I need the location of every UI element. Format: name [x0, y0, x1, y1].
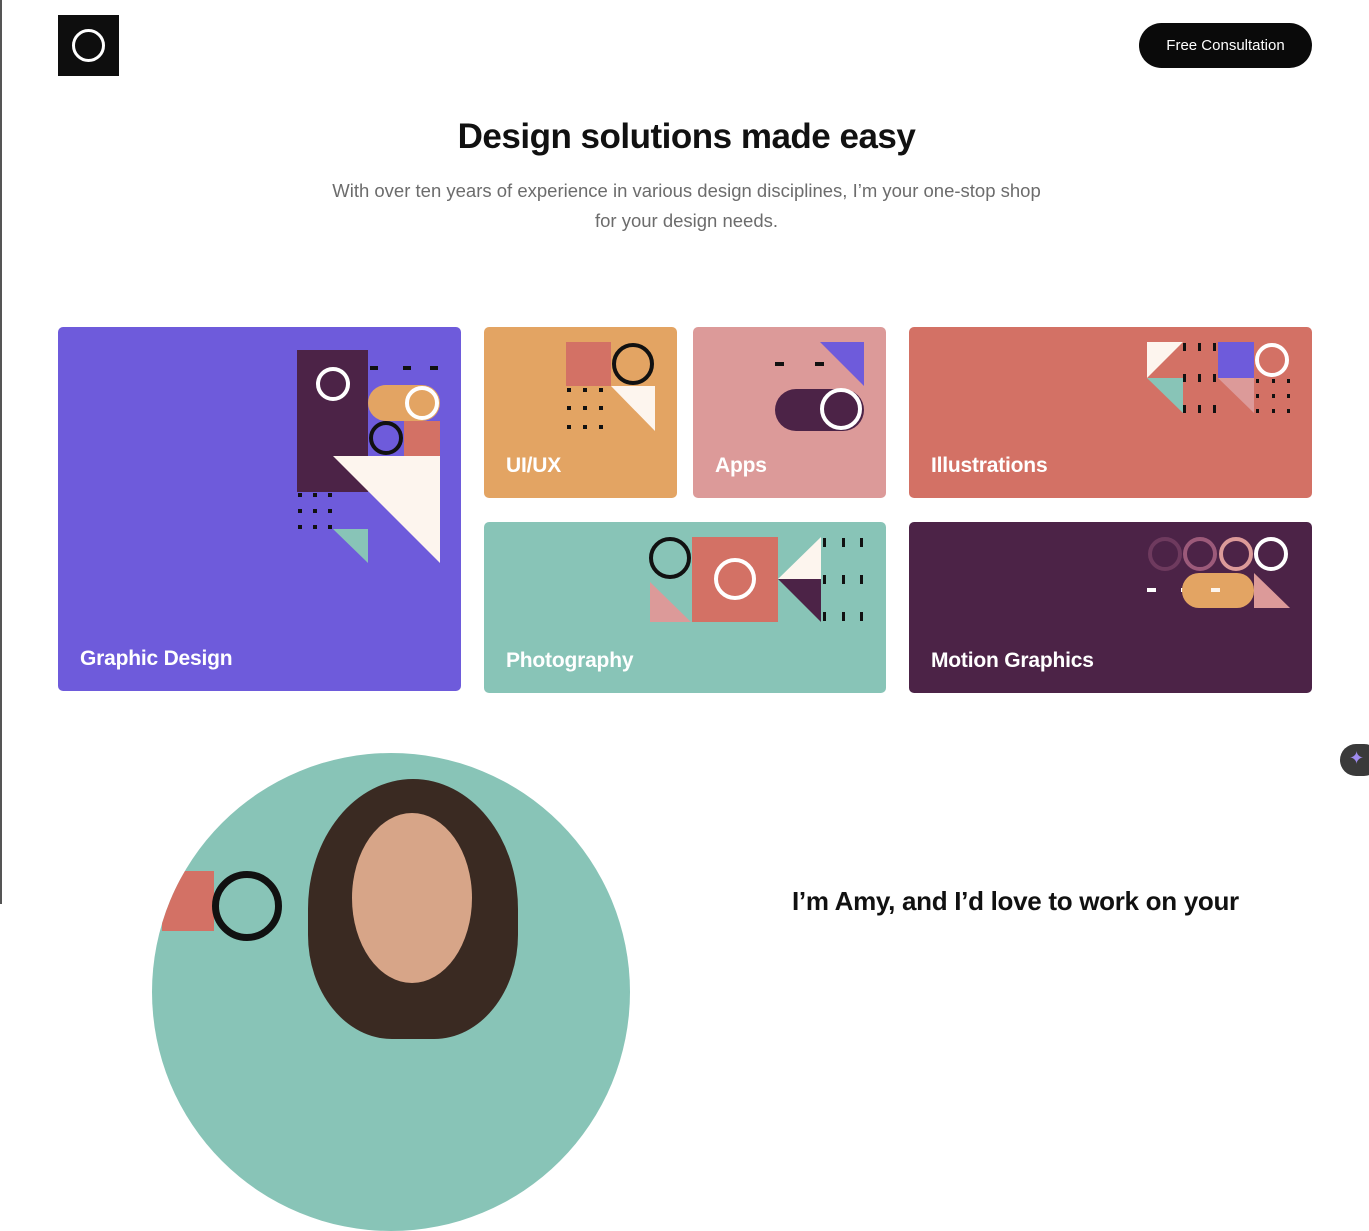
coral-square-shape	[162, 871, 214, 931]
service-card-ui-ux[interactable]: UI/UX	[484, 327, 677, 498]
portrait-face	[352, 813, 472, 983]
service-label: UI/UX	[506, 454, 562, 477]
service-card-illustrations[interactable]: Illustrations	[909, 327, 1312, 498]
ring-shape	[212, 871, 282, 941]
site-logo[interactable]	[58, 15, 119, 76]
graphic-design-illustration	[297, 350, 440, 563]
free-consultation-button[interactable]: Free Consultation	[1139, 23, 1312, 68]
service-label: Photography	[506, 649, 634, 672]
sparkle-icon: ✦	[1349, 748, 1365, 768]
hero-subtitle: With over ten years of experience in var…	[332, 180, 1041, 231]
service-card-apps[interactable]: Apps	[693, 327, 886, 498]
service-label: Apps	[715, 454, 767, 477]
ring-logo-icon	[72, 29, 105, 62]
assistant-button[interactable]: ✦	[1340, 744, 1369, 776]
service-label: Motion Graphics	[931, 649, 1094, 672]
service-card-photography[interactable]: Photography	[484, 522, 886, 693]
service-label: Illustrations	[931, 454, 1048, 477]
portrait-image	[152, 753, 630, 1231]
service-label: Graphic Design	[80, 647, 233, 670]
service-card-graphic-design[interactable]: Graphic Design	[58, 327, 461, 691]
about-title: I’m Amy, and I’d love to work on your	[792, 886, 1239, 916]
hero-title: Design solutions made easy	[457, 117, 916, 156]
service-card-motion-graphics[interactable]: Motion Graphics	[909, 522, 1312, 693]
